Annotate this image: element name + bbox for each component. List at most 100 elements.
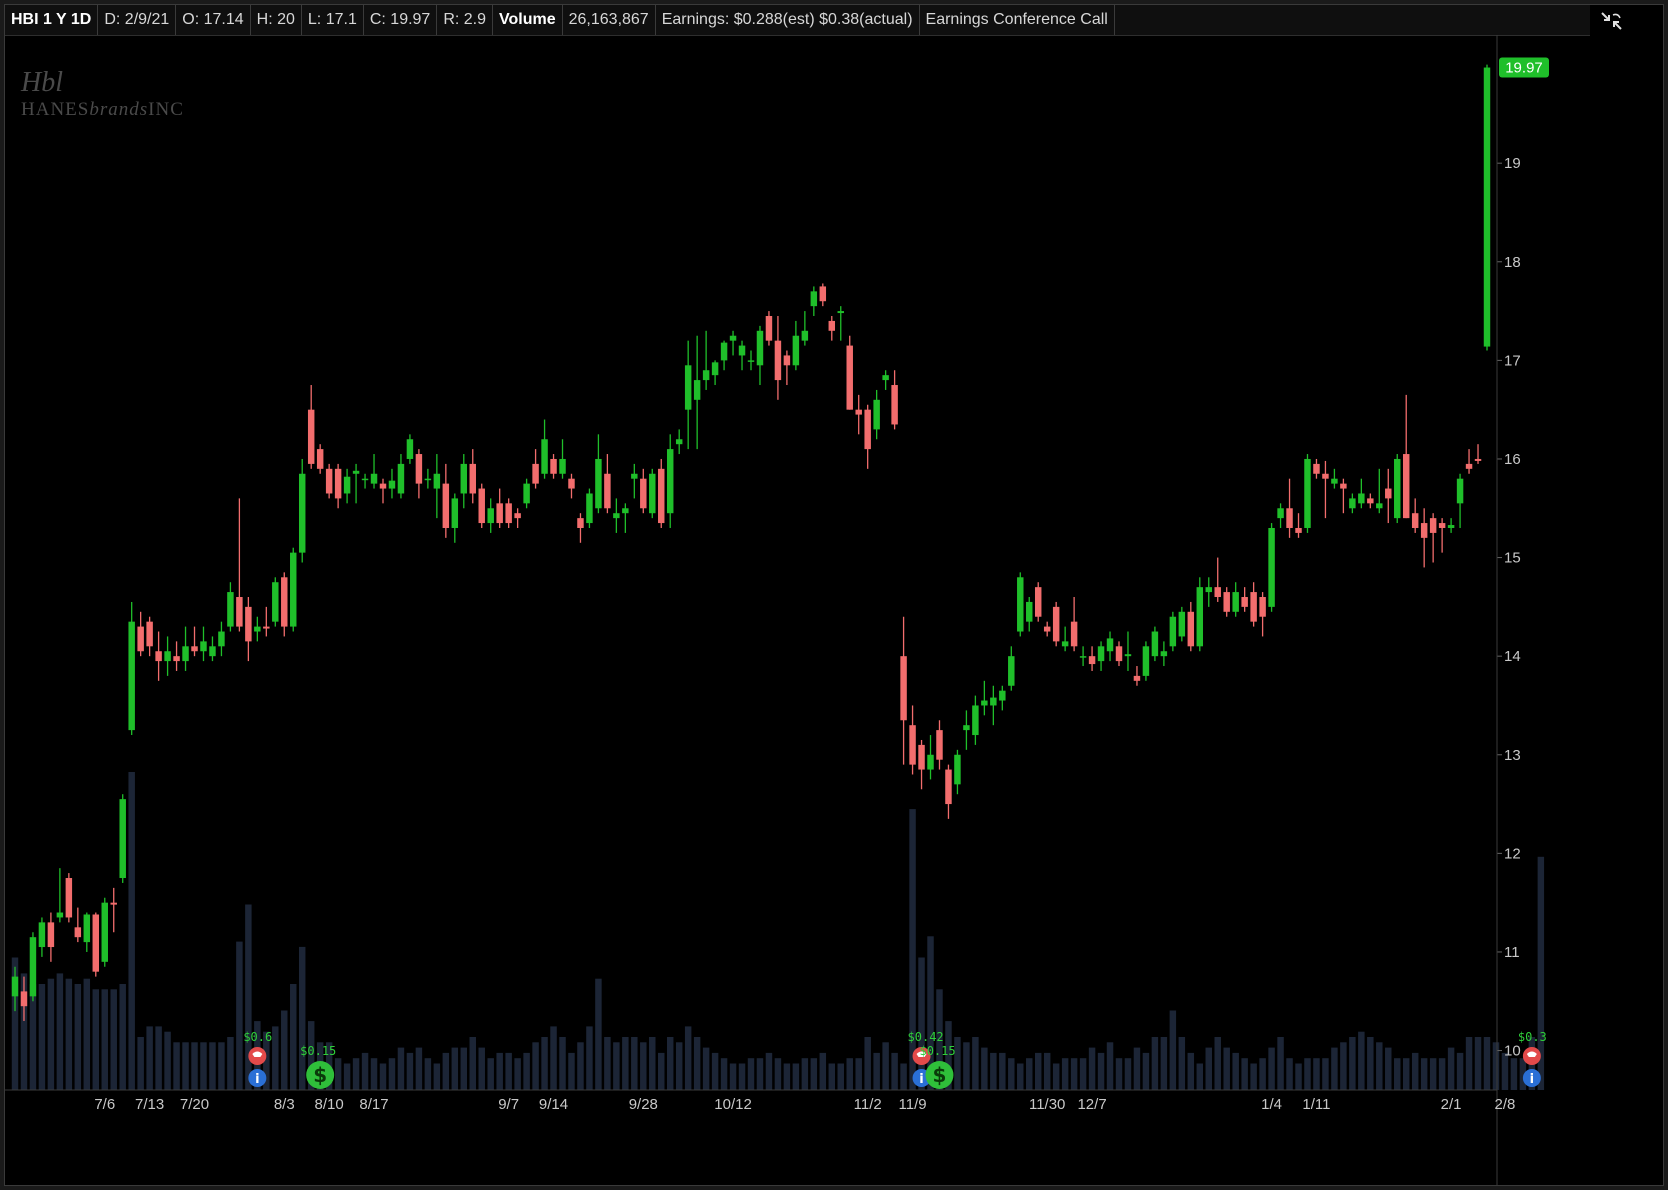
candle-body (388, 480, 396, 489)
y-tick-label: 19 (1504, 155, 1521, 172)
candle-body (738, 345, 746, 356)
volume-bar (532, 1042, 539, 1090)
candle-body (1331, 478, 1338, 484)
candle-body (613, 513, 620, 519)
candle-body (334, 468, 342, 499)
volume-bar (756, 1058, 764, 1090)
volume-bar (415, 1047, 423, 1090)
candle-body (1349, 498, 1356, 509)
volume-bar (451, 1047, 459, 1090)
volume-bar (702, 1047, 710, 1090)
x-tick-label: 10/12 (714, 1096, 752, 1113)
candle-body (272, 582, 279, 622)
volume-bar (586, 1026, 593, 1090)
volume-bar (1456, 1052, 1464, 1090)
candle-body (352, 470, 360, 474)
candle-body (666, 449, 674, 514)
volume-bar (1429, 1058, 1437, 1090)
candle-body (290, 552, 297, 627)
candle-body (1286, 508, 1293, 528)
info-glyph: i (255, 1072, 259, 1087)
candle-body (756, 330, 764, 366)
candle-body (658, 468, 665, 524)
volume-bar (747, 1058, 755, 1090)
volume-bar (981, 1047, 988, 1090)
candle-body (1456, 478, 1464, 504)
candle-body (1106, 638, 1114, 652)
volume-bar (209, 1042, 216, 1090)
volume-bar (1510, 1058, 1518, 1090)
volume-bar (370, 1058, 378, 1090)
volume-bar (1483, 1037, 1491, 1090)
candle-body (765, 316, 773, 341)
candle-body (343, 476, 351, 494)
volume-bar (675, 1042, 683, 1090)
volume-bar (1151, 1037, 1159, 1090)
volume-bar (101, 989, 108, 1090)
candle-body (101, 902, 108, 962)
volume-bar (236, 941, 243, 1090)
candle-body (550, 458, 557, 474)
candle-body (119, 799, 126, 879)
volume-bar (568, 1052, 575, 1090)
volume-bar (290, 984, 297, 1090)
volume-bar (74, 984, 82, 1090)
candle-body (487, 508, 494, 524)
candle-body (92, 914, 100, 972)
volume-bar (460, 1047, 468, 1090)
volume-bar (1411, 1052, 1419, 1090)
candle-body (1178, 611, 1186, 637)
volume-bar (1034, 1052, 1042, 1090)
price-chart[interactable]: 10 11 12 13 14 15 16 17 18 19 19.97 7/6 7/13 7/20 8/3 8… (5, 5, 1663, 1185)
candle-body (370, 473, 378, 484)
candle-body (254, 626, 261, 632)
volume-bar (1196, 1063, 1204, 1090)
candle-body (200, 641, 207, 652)
candle-body (936, 730, 943, 760)
candle-body (541, 439, 548, 474)
candle-body (783, 355, 791, 366)
candle-body (729, 335, 737, 341)
x-tick-label: 1/4 (1261, 1096, 1282, 1113)
volume-bar (1474, 1037, 1482, 1090)
candle-body (945, 769, 952, 805)
candle-body (281, 577, 288, 627)
candle-body (1295, 527, 1302, 533)
candle-body (1052, 606, 1060, 642)
volume-bar (720, 1058, 728, 1090)
candle-body (963, 725, 970, 731)
candle-body (1115, 646, 1123, 662)
volume-bar (1017, 1063, 1024, 1090)
candle-body (523, 483, 530, 504)
candle-body (424, 478, 432, 481)
volume-bar (191, 1042, 198, 1090)
candle-body (128, 621, 135, 731)
candle-body (1402, 454, 1410, 519)
candle-body (1205, 587, 1212, 593)
candle-body (1187, 611, 1195, 647)
volume-bar (1465, 1037, 1473, 1090)
volume-bar (361, 1052, 369, 1090)
x-tick-label: 12/7 (1077, 1096, 1106, 1113)
candle-body (900, 656, 907, 721)
event-label: $0.15 (300, 1044, 336, 1058)
candle-body (1008, 656, 1015, 686)
candle-body (882, 375, 889, 381)
candle-body (74, 927, 82, 938)
volume-bar (1061, 1058, 1069, 1090)
volume-bar (1160, 1037, 1168, 1090)
volume-bar (1043, 1052, 1051, 1090)
candle-body (1438, 523, 1446, 528)
candle-body (649, 473, 656, 514)
candle-body (1429, 518, 1437, 533)
volume-bar (92, 989, 100, 1090)
candle-body (361, 478, 369, 481)
volume-bar (801, 1058, 809, 1090)
volume-bar (577, 1042, 584, 1090)
volume-bar (469, 1037, 476, 1090)
candle-body (1133, 675, 1141, 681)
volume-bar (1268, 1047, 1275, 1090)
candle-body (1169, 616, 1177, 647)
candle-body (164, 651, 171, 662)
volume-bar (487, 1058, 494, 1090)
